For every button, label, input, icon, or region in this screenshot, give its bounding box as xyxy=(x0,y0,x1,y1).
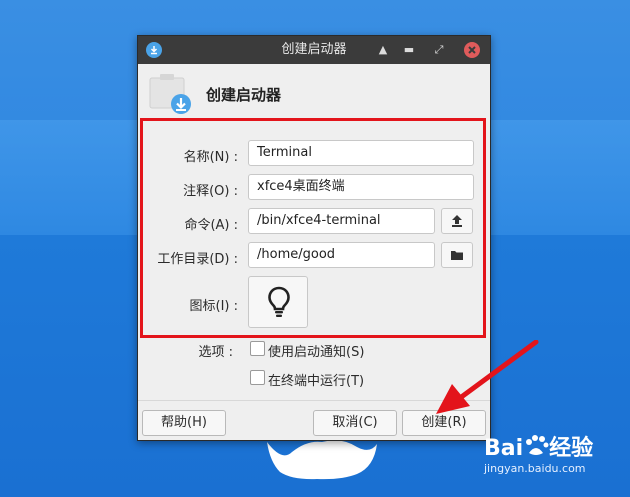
watermark-url: jingyan.baidu.com xyxy=(484,462,586,475)
watermark-brand: Bai xyxy=(484,436,524,461)
highlight-box xyxy=(140,118,486,338)
startup-notify-label[interactable]: 使用启动通知(S) xyxy=(268,341,364,360)
dialog-heading: 创建启动器 xyxy=(206,86,282,104)
startup-notify-checkbox[interactable] xyxy=(250,341,265,356)
options-label: 选项 : xyxy=(198,345,233,360)
run-in-terminal-label[interactable]: 在终端中运行(T) xyxy=(268,370,364,389)
titlebar[interactable]: 创建启动器 ▲ ▬ ⤢ xyxy=(138,36,490,64)
run-in-terminal-checkbox[interactable] xyxy=(250,370,265,385)
minimize-icon[interactable]: ▬ xyxy=(400,41,418,59)
shade-icon[interactable]: ▲ xyxy=(374,41,392,59)
close-icon[interactable] xyxy=(464,42,480,58)
dialog-header: 创建启动器 xyxy=(138,64,490,120)
red-arrow-icon xyxy=(436,340,539,414)
watermark: Bai 经验 jingyan.baidu.com xyxy=(484,430,594,475)
paw-icon xyxy=(526,435,549,455)
maximize-icon[interactable]: ⤢ xyxy=(430,41,448,59)
help-button[interactable]: 帮助(H) xyxy=(142,410,226,436)
cancel-button[interactable]: 取消(C) xyxy=(313,410,397,436)
launcher-download-icon xyxy=(149,74,191,114)
watermark-brand2: 经验 xyxy=(549,436,594,461)
